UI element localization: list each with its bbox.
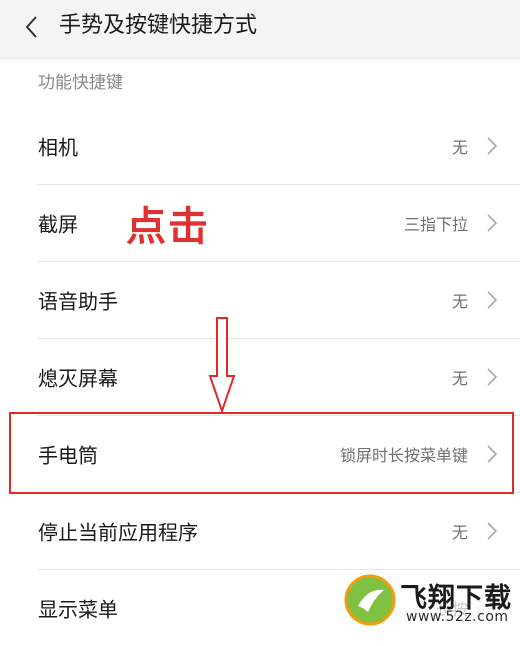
highlight-box [9, 412, 514, 494]
row-value: 无 [451, 523, 468, 542]
row-label: 停止当前应用程序 [38, 520, 198, 545]
row-camera[interactable]: 相机 无 [38, 108, 520, 185]
chevron-right-icon [487, 522, 498, 540]
row-voice-assistant[interactable]: 语音助手 无 [38, 262, 520, 339]
chevron-right-icon [487, 214, 498, 232]
watermark-url: www.52z.com [406, 609, 509, 625]
chevron-right-icon [487, 291, 498, 309]
back-button[interactable] [14, 8, 48, 46]
chevron-right-icon [487, 368, 498, 386]
chevron-left-icon [25, 16, 37, 38]
row-value: 无 [451, 292, 468, 311]
row-value: 无 [451, 369, 468, 388]
logo-icon [344, 574, 396, 626]
row-label: 相机 [38, 135, 78, 160]
down-arrow-icon [208, 317, 236, 414]
row-label: 显示菜单 [38, 597, 118, 622]
row-screen-off[interactable]: 熄灭屏幕 无 [38, 339, 520, 416]
section-label: 功能快捷键 [38, 73, 123, 93]
row-label: 语音助手 [38, 289, 118, 314]
row-screenshot[interactable]: 截屏 三指下拉 [38, 185, 520, 262]
row-value: 三指下拉 [403, 215, 468, 234]
chevron-right-icon [487, 137, 498, 155]
top-bar: 手势及按键快捷方式 [0, 0, 520, 59]
row-value: 无 [451, 138, 468, 157]
row-stop-app[interactable]: 停止当前应用程序 无 [38, 493, 520, 570]
click-annotation: 点击 [126, 204, 210, 250]
row-label: 熄灭屏幕 [38, 366, 118, 391]
watermark: 飞翔下载 www.52z.com [344, 572, 520, 631]
page-title: 手势及按键快捷方式 [59, 13, 258, 38]
row-label: 截屏 [38, 212, 78, 237]
